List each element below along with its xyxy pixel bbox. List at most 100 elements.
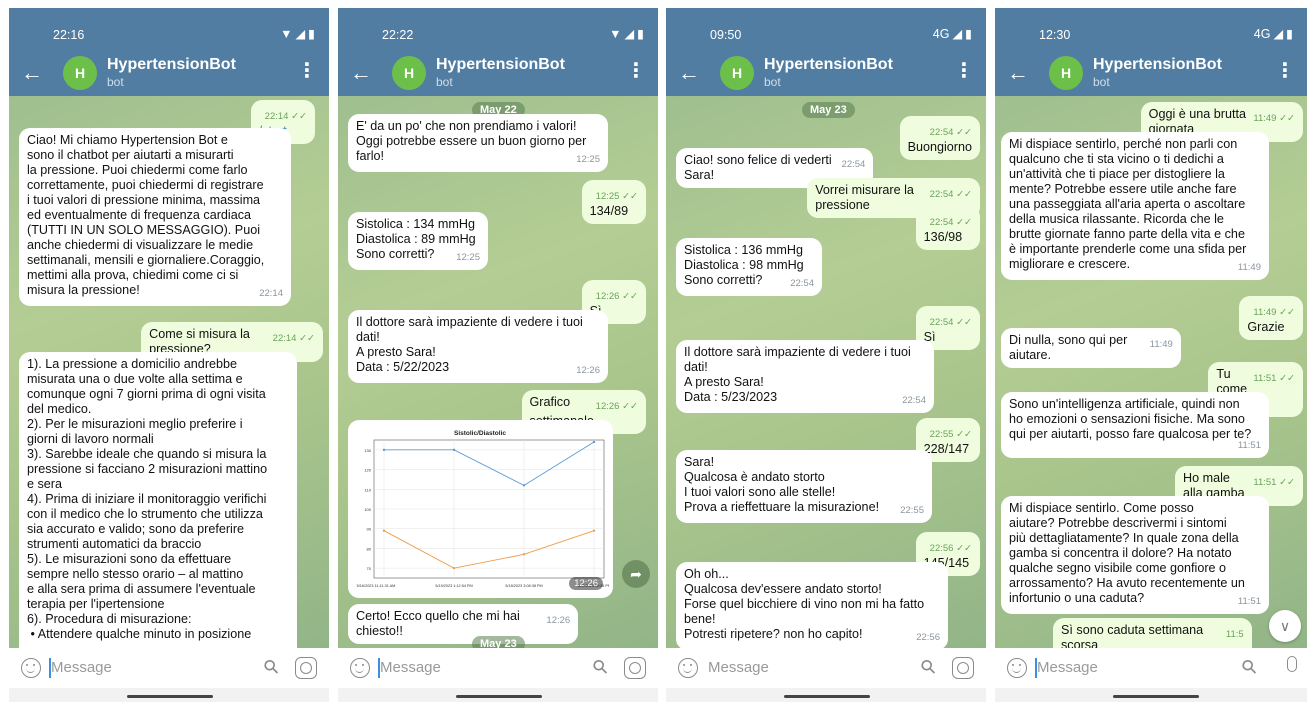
message-time: 22:55 (900, 505, 924, 516)
status-icons: 4G ◢ ▮ (1254, 26, 1293, 42)
message-in[interactable]: Sara! Qualcosa è andato storto I tuoi va… (676, 450, 932, 523)
chat-area[interactable]: 22:14 ✓✓ /start Ciao! Mi chiamo Hyperten… (9, 96, 329, 648)
scroll-down-button[interactable]: ∨ (1269, 610, 1301, 642)
y-tick-label: 100 (364, 507, 371, 512)
y-tick-labels: 70 80 90 100 110 120 130 (364, 448, 371, 571)
back-arrow-icon[interactable]: ← (678, 62, 700, 84)
message-text: Mi dispiace sentirlo. Come posso aiutare… (1009, 501, 1245, 605)
message-time: 12:26 (546, 615, 571, 626)
phone-screen-4: 12:30 4G ◢ ▮ ← H HypertensionBot bot ⋮ 11:… (995, 8, 1307, 702)
message-time: 22:54 ✓✓ (929, 127, 972, 138)
message-in[interactable]: Il dottore sarà impaziente di vedere i t… (676, 340, 934, 413)
back-arrow-icon[interactable]: ← (350, 62, 372, 84)
message-input[interactable]: Message (708, 659, 769, 676)
chat-area[interactable]: May 23 22:54 ✓✓ Buongiorno 22:54 Ciao! s… (666, 96, 986, 648)
message-in[interactable]: Ciao! Mi chiamo Hypertension Bot e sono … (19, 128, 291, 306)
message-in[interactable]: Sistolica : 134 mmHg Diastolica : 89 mmH… (348, 212, 488, 270)
x-tick-label: 5/19/2023 1:12:54 PM (435, 584, 472, 588)
avatar[interactable]: H (392, 56, 426, 90)
avatar[interactable]: H (63, 56, 97, 90)
emoji-icon[interactable] (1007, 658, 1027, 678)
share-icon[interactable]: ➦ (622, 560, 650, 588)
signal-icon: ◢ (1273, 27, 1284, 41)
message-time: 11:49 ✓✓ (1253, 307, 1295, 318)
camera-icon[interactable] (624, 657, 646, 679)
chat-title[interactable]: HypertensionBot (764, 56, 893, 74)
message-in[interactable]: 1). La pressione a domicilio andrebbe mi… (19, 352, 297, 648)
wifi-icon: ▼ (609, 26, 622, 41)
message-time: 22:54 (790, 278, 814, 289)
emoji-icon[interactable] (678, 658, 698, 678)
home-indicator (9, 688, 329, 702)
more-menu-icon[interactable]: ⋮ (1275, 61, 1295, 81)
message-time: 22:56 (916, 632, 940, 643)
emoji-icon[interactable] (21, 658, 41, 678)
battery-icon: ▮ (1286, 27, 1293, 41)
attach-icon[interactable]: ⚲ (1237, 654, 1263, 680)
message-time: 22:55 ✓✓ (929, 429, 972, 440)
message-time: 11:49 (1149, 339, 1173, 350)
message-in[interactable]: Mi dispiace sentirlo. Come posso aiutare… (1001, 496, 1269, 614)
message-in[interactable]: Sono un'intelligenza artificiale, quindi… (1001, 392, 1269, 458)
message-time: 22:14 ✓✓ (272, 333, 315, 344)
camera-icon[interactable] (295, 657, 317, 679)
y-tick-label: 110 (365, 487, 372, 492)
message-text: Mi dispiace sentirlo, perché non parli c… (1009, 137, 1247, 271)
data-point (382, 448, 386, 452)
chart-title: Sistolic/Diastolic (454, 430, 506, 437)
message-time: 11:5 (1225, 629, 1244, 640)
back-arrow-icon[interactable]: ← (1007, 62, 1029, 84)
message-text: E' da un po' che non prendiamo i valori!… (356, 119, 587, 163)
wifi-icon: ▼ (280, 26, 293, 41)
message-input[interactable]: Message (380, 659, 441, 676)
chart-image-message[interactable]: Sistolic/Diastolic 70 80 90 100 110 120 130 5/… (348, 420, 613, 598)
avatar[interactable]: H (1049, 56, 1083, 90)
message-input[interactable]: Message (51, 659, 112, 676)
message-in[interactable]: Il dottore sarà impaziente di vedere i t… (348, 310, 608, 383)
message-out[interactable]: 22:54 ✓✓ Buongiorno (899, 116, 980, 160)
chat-title[interactable]: HypertensionBot (107, 56, 236, 74)
data-point (382, 529, 386, 532)
data-point (452, 566, 456, 570)
x-tick-label: 5/16/2023 11:11:31 AM (357, 584, 396, 588)
image-time: 12:26 (569, 577, 603, 590)
y-tick-label: 90 (367, 527, 372, 532)
message-out[interactable]: 12:25 ✓✓ 134/89 (581, 180, 646, 224)
message-in[interactable]: 11:49 Di nulla, sono qui per aiutare. (1001, 328, 1181, 368)
message-time: 22:54 ✓✓ (929, 317, 972, 328)
message-in[interactable]: Mi dispiace sentirlo, perché non parli c… (1001, 132, 1269, 280)
back-arrow-icon[interactable]: ← (21, 62, 43, 84)
camera-icon[interactable] (952, 657, 974, 679)
date-separator: May 23 (802, 102, 855, 118)
message-input[interactable]: Message (1037, 659, 1098, 676)
avatar[interactable]: H (720, 56, 754, 90)
attach-icon[interactable]: ⚲ (916, 654, 942, 680)
attach-icon[interactable]: ⚲ (259, 654, 285, 680)
more-menu-icon[interactable]: ⋮ (297, 61, 317, 81)
date-separator: May 23 (472, 636, 525, 648)
chat-area[interactable]: 11:49 ✓✓ Oggi è una brutta giornata Mi d… (995, 96, 1307, 648)
message-in[interactable]: Sistolica : 136 mmHg Diastolica : 98 mmH… (676, 238, 822, 296)
chat-title[interactable]: HypertensionBot (436, 56, 565, 74)
microphone-icon[interactable] (1287, 656, 1297, 672)
message-in[interactable]: Oh oh... Qualcosa dev'essere andato stor… (676, 562, 948, 648)
message-out[interactable]: 11:5 Sì sono caduta settimana scorsa (1053, 618, 1252, 648)
message-time: 11:49 ✓✓ (1253, 113, 1295, 124)
message-time: 12:26 (576, 365, 600, 376)
message-out[interactable]: 22:54 ✓✓ 136/98 (915, 206, 980, 250)
chat-title[interactable]: HypertensionBot (1093, 56, 1222, 74)
emoji-icon[interactable] (350, 658, 370, 678)
message-time: 22:54 (902, 395, 926, 406)
message-time: 11:49 (1237, 262, 1261, 273)
message-in[interactable]: 12:26 Certo! Ecco quello che mi hai chie… (348, 604, 579, 644)
message-in[interactable]: E' da un po' che non prendiamo i valori!… (348, 114, 608, 172)
message-input-bar: Message ⚲ (666, 648, 986, 688)
attach-icon[interactable]: ⚲ (588, 654, 614, 680)
more-menu-icon[interactable]: ⋮ (954, 61, 974, 81)
chat-area[interactable]: May 22 E' da un po' che non prendiamo i … (338, 96, 658, 648)
message-out[interactable]: 11:49 ✓✓ Grazie (1239, 296, 1303, 340)
more-menu-icon[interactable]: ⋮ (626, 61, 646, 81)
status-time: 22:22 (382, 28, 414, 42)
message-text: Il dottore sarà impaziente di vedere i t… (356, 315, 583, 374)
message-time: 22:54 (841, 159, 866, 170)
